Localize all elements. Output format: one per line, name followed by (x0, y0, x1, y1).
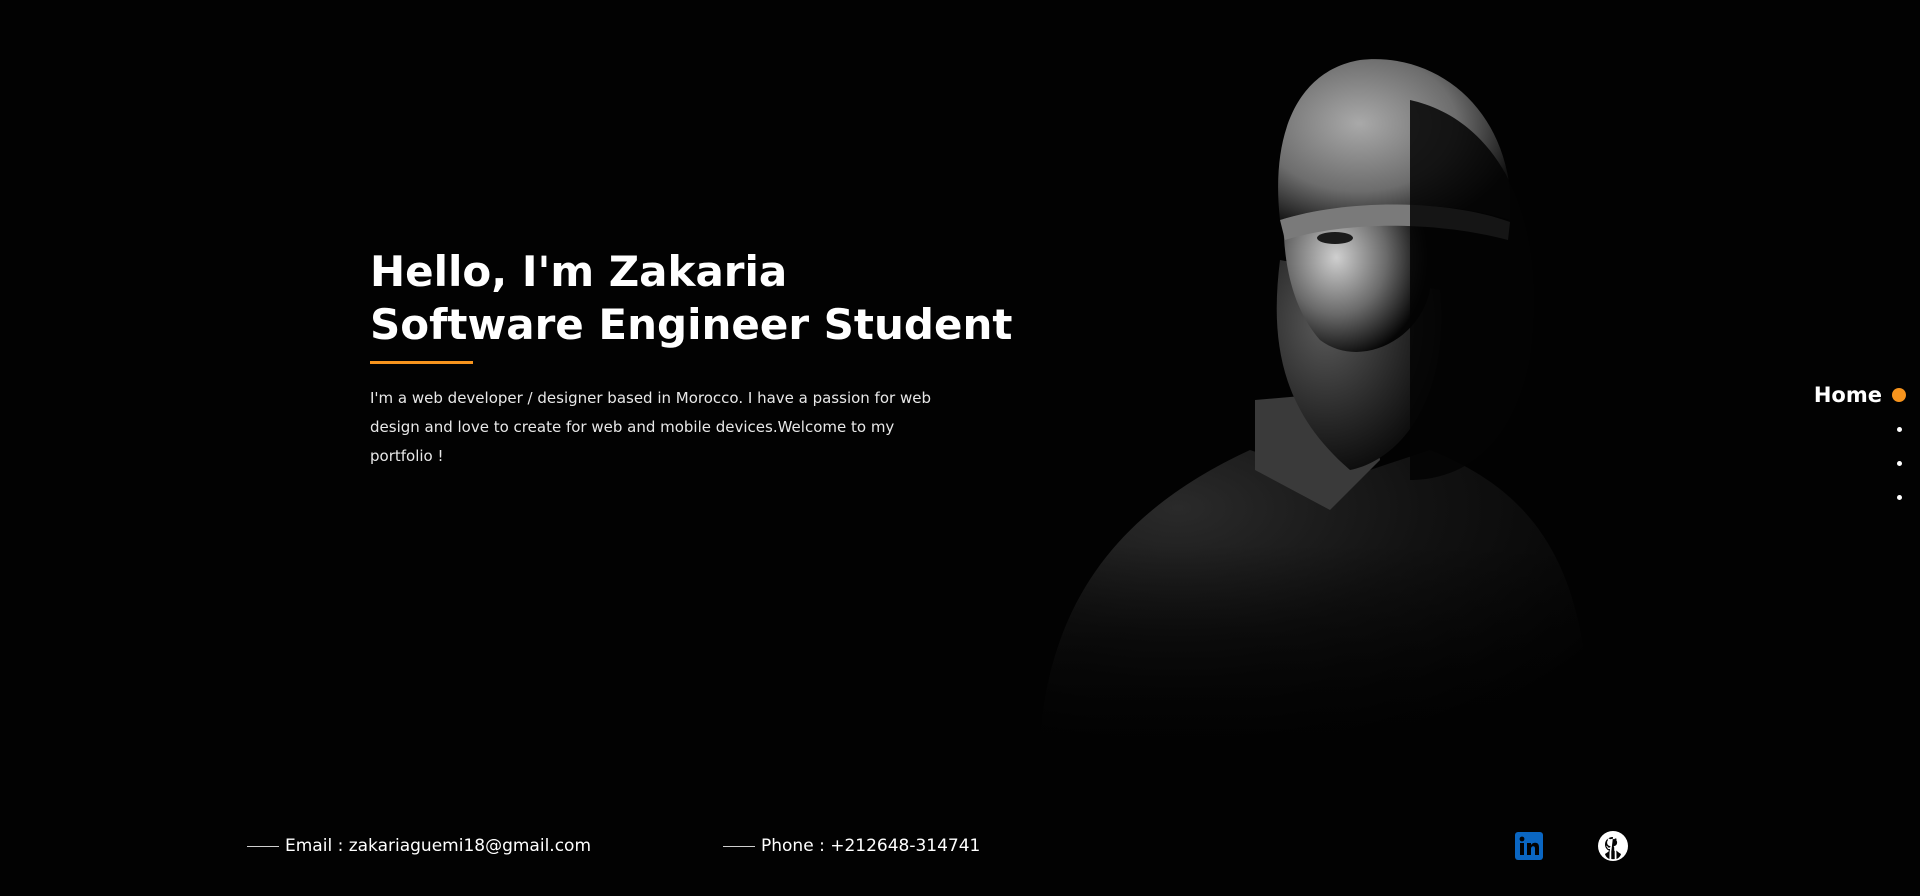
hero-title-line2: Software Engineer Student (370, 300, 1013, 349)
nav-item-3[interactable] (1897, 446, 1906, 480)
hero-title: Hello, I'm Zakaria Software Engineer Stu… (370, 245, 1013, 351)
nav-item-2[interactable] (1897, 412, 1906, 446)
linkedin-link[interactable] (1513, 830, 1545, 862)
linkedin-icon (1515, 832, 1543, 860)
portrait-image (1030, 40, 1590, 760)
section-nav: Home (1814, 378, 1906, 514)
dash-divider (247, 845, 279, 847)
hero-section: Hello, I'm Zakaria Software Engineer Stu… (370, 245, 1013, 471)
email-contact[interactable]: Email : zakariaguemi18@gmail.com (247, 836, 591, 856)
email-text: Email : zakariaguemi18@gmail.com (285, 836, 591, 856)
nav-dot (1897, 460, 1902, 466)
nav-dot (1897, 494, 1902, 500)
nav-dot-active (1892, 388, 1906, 402)
nav-item-4[interactable] (1897, 480, 1906, 514)
phone-contact[interactable]: Phone : +212648-314741 (723, 836, 980, 856)
dash-divider (723, 845, 755, 847)
nav-item-home[interactable]: Home (1814, 378, 1906, 412)
hero-title-line1: Hello, I'm Zakaria (370, 247, 788, 296)
github-icon (1598, 831, 1628, 861)
nav-dot (1897, 426, 1902, 432)
nav-item-label: Home (1813, 383, 1882, 407)
title-underline (370, 361, 473, 364)
github-link[interactable] (1597, 830, 1629, 862)
phone-text: Phone : +212648-314741 (761, 836, 981, 856)
page: Hello, I'm Zakaria Software Engineer Stu… (0, 0, 1920, 896)
hero-description: I'm a web developer / designer based in … (370, 389, 931, 465)
